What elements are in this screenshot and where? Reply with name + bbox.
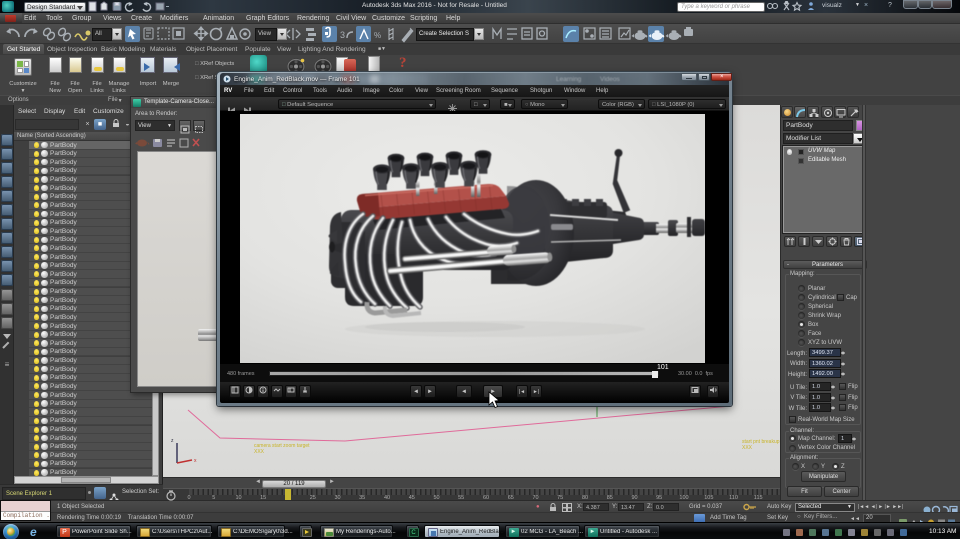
svg-text:%: % <box>374 31 381 40</box>
svg-text:x: x <box>194 458 197 464</box>
svg-text:3: 3 <box>340 30 345 40</box>
svg-text:z: z <box>171 438 174 444</box>
